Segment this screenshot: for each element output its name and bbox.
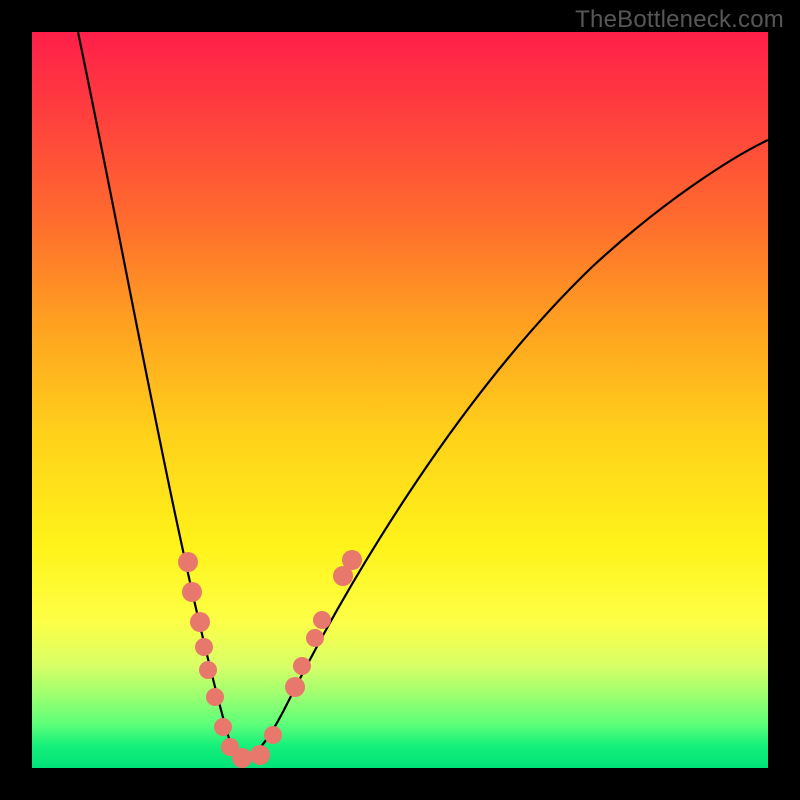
data-marker (264, 726, 282, 744)
chart-svg (32, 32, 768, 768)
data-marker (195, 638, 213, 656)
plot-area (32, 32, 768, 768)
data-marker (199, 661, 217, 679)
data-marker (182, 582, 202, 602)
data-marker (214, 718, 232, 736)
watermark-text: TheBottleneck.com (575, 6, 784, 34)
data-marker (313, 611, 331, 629)
marker-layer (178, 550, 362, 768)
bottleneck-curve-right (244, 140, 768, 759)
chart-frame: TheBottleneck.com (0, 0, 800, 800)
data-marker (293, 657, 311, 675)
data-marker (285, 677, 305, 697)
data-marker (206, 688, 224, 706)
data-marker (232, 748, 252, 768)
data-marker (190, 612, 210, 632)
bottleneck-curve-left (78, 32, 244, 759)
data-marker (178, 552, 198, 572)
data-marker (306, 629, 324, 647)
data-marker (250, 745, 270, 765)
data-marker (342, 550, 362, 570)
